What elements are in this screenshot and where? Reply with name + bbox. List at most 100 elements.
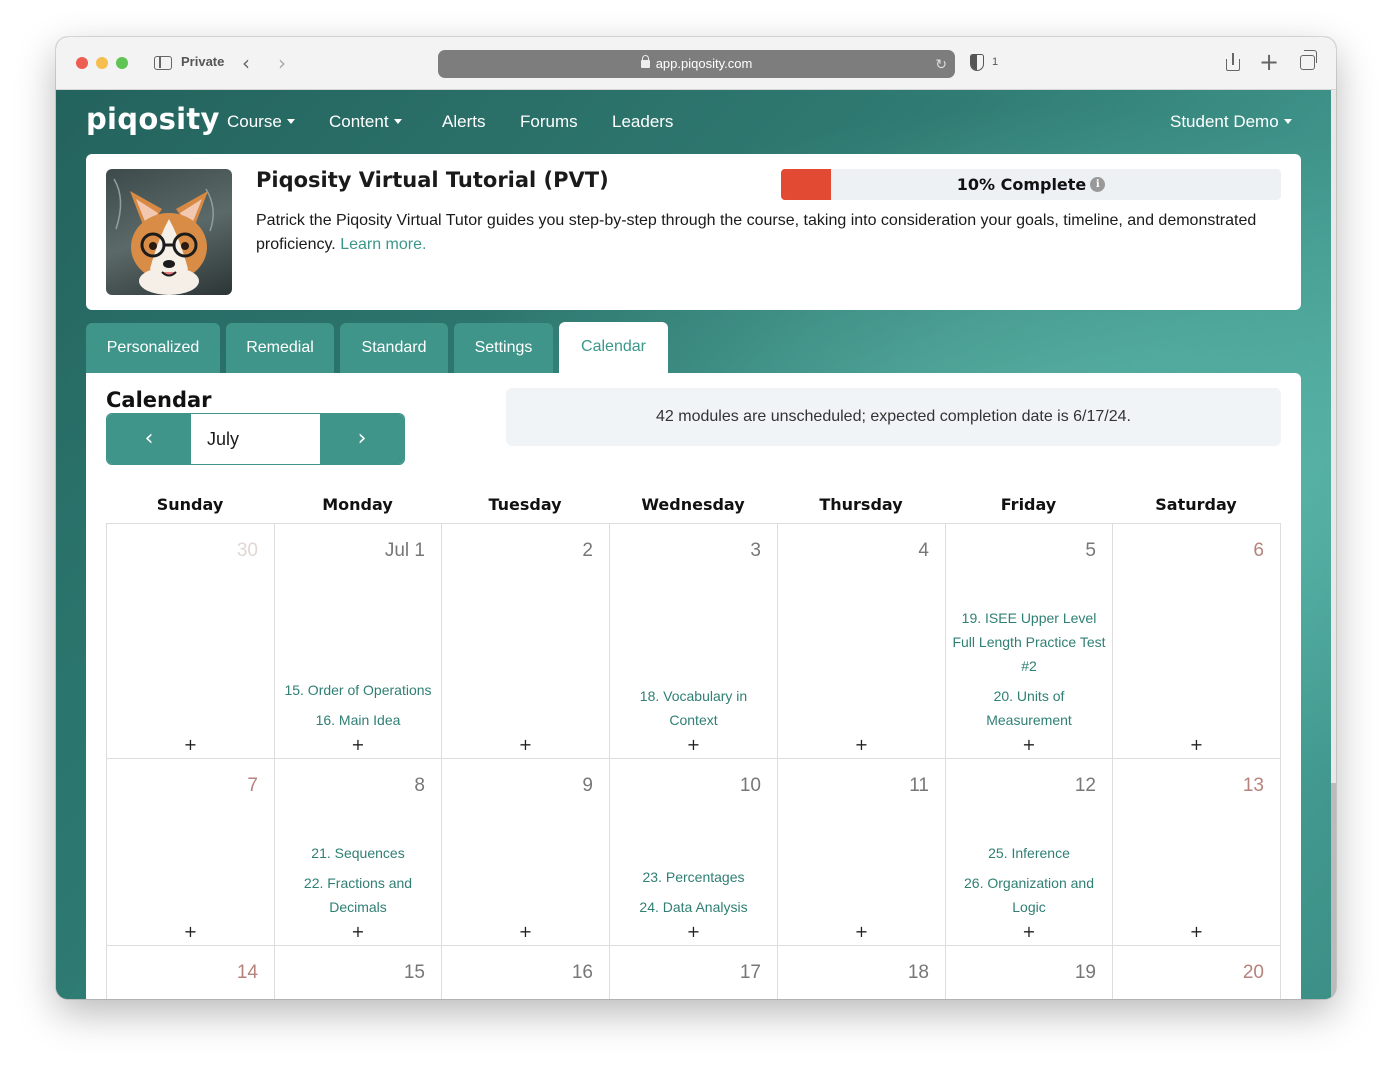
add-module-button[interactable]: +	[946, 922, 1112, 941]
add-module-button[interactable]: +	[442, 922, 609, 941]
calendar-day-cell[interactable]: 6 +	[1113, 524, 1281, 759]
scheduled-module-link[interactable]: 19. ISEE Upper Level Full Length Practic…	[950, 606, 1108, 678]
add-module-button[interactable]: +	[275, 922, 441, 941]
calendar-day-cell[interactable]: 5 19. ISEE Upper Level Full Length Practi…	[946, 524, 1113, 759]
forward-arrow-icon[interactable]: ›	[278, 51, 286, 75]
day-number: 12	[1074, 775, 1096, 796]
calendar-day-cell[interactable]: 9 +	[442, 759, 610, 946]
weekday-header: Thursday	[819, 495, 903, 514]
day-events: 15. Order of Operations 16. Main Idea	[279, 672, 437, 732]
calendar-day-cell[interactable]: 16	[442, 946, 610, 999]
day-number: 13	[1242, 775, 1264, 796]
nav-forums[interactable]: Forums	[520, 112, 578, 132]
calendar-day-cell[interactable]: 11 +	[778, 759, 946, 946]
calendar-day-cell[interactable]: 30 +	[107, 524, 275, 759]
add-module-button[interactable]: +	[1113, 735, 1280, 754]
day-number: 8	[414, 775, 425, 796]
add-module-button[interactable]: +	[778, 735, 945, 754]
day-events: 19. ISEE Upper Level Full Length Practic…	[950, 600, 1108, 732]
minimize-window-button[interactable]	[96, 57, 108, 69]
scheduled-module-link[interactable]: 23. Percentages	[614, 865, 773, 889]
scheduled-module-link[interactable]: 15. Order of Operations	[279, 678, 437, 702]
scheduled-module-link[interactable]: 20. Units of Measurement	[950, 684, 1108, 732]
calendar-day-cell[interactable]: 20	[1113, 946, 1281, 999]
calendar-heading: Calendar	[106, 388, 212, 412]
close-window-button[interactable]	[76, 57, 88, 69]
calendar-day-cell[interactable]: 18	[778, 946, 946, 999]
weekday-header: Saturday	[1155, 495, 1237, 514]
day-events: 21. Sequences 22. Fractions and Decimals	[279, 835, 437, 919]
add-module-button[interactable]: +	[107, 922, 274, 941]
nav-course[interactable]: Course	[227, 112, 295, 132]
scheduled-module-link[interactable]: 21. Sequences	[279, 841, 437, 865]
nav-alerts[interactable]: Alerts	[442, 112, 485, 132]
tab-remedial[interactable]: Remedial	[226, 323, 334, 373]
tab-calendar[interactable]: Calendar	[559, 322, 668, 374]
web-page: piqosity Course Content Alerts Forums Le…	[56, 90, 1336, 999]
calendar-day-cell[interactable]: 3 18. Vocabulary in Context +	[610, 524, 778, 759]
calendar-day-cell[interactable]: 12 25. Inference 26. Organization and Logi…	[946, 759, 1113, 946]
calendar-day-cell[interactable]: 13 +	[1113, 759, 1281, 946]
learn-more-link[interactable]: Learn more.	[340, 236, 426, 253]
scheduled-module-link[interactable]: 16. Main Idea	[279, 708, 437, 732]
scheduled-module-link[interactable]: 18. Vocabulary in Context	[614, 684, 773, 732]
add-module-button[interactable]: +	[107, 735, 274, 754]
scrollbar-thumb[interactable]	[1331, 783, 1336, 999]
address-bar[interactable]: app.piqosity.com ↻	[438, 50, 955, 78]
add-module-button[interactable]: +	[610, 922, 777, 941]
day-number: 14	[236, 962, 258, 983]
tab-standard[interactable]: Standard	[340, 323, 448, 373]
reload-icon[interactable]: ↻	[935, 50, 947, 78]
day-number: 6	[1253, 540, 1264, 561]
calendar-day-cell[interactable]: 15	[275, 946, 442, 999]
new-tab-icon[interactable]: +	[1259, 48, 1279, 76]
page-scrollbar[interactable]	[1331, 90, 1336, 999]
scheduled-module-link[interactable]: 26. Organization and Logic	[950, 871, 1108, 919]
back-arrow-icon[interactable]: ‹	[242, 51, 250, 75]
add-module-button[interactable]: +	[1113, 922, 1280, 941]
share-icon[interactable]	[1225, 53, 1241, 72]
tab-personalized[interactable]: Personalized	[86, 323, 220, 373]
day-number: 10	[739, 775, 761, 796]
calendar-day-cell[interactable]: 17	[610, 946, 778, 999]
user-menu[interactable]: Student Demo	[1170, 112, 1292, 132]
add-module-button[interactable]: +	[610, 735, 777, 754]
calendar-day-cell[interactable]: 4 +	[778, 524, 946, 759]
calendar-panel: Calendar ‹ July › 42 modules are unsched…	[86, 373, 1301, 999]
add-module-button[interactable]: +	[778, 922, 945, 941]
info-icon[interactable]: i	[1090, 177, 1106, 192]
scheduled-module-link[interactable]: 25. Inference	[950, 841, 1108, 865]
next-month-button[interactable]: ›	[320, 414, 404, 464]
calendar-day-cell[interactable]: 8 21. Sequences 22. Fractions and Decimals…	[275, 759, 442, 946]
day-number: 15	[403, 962, 425, 983]
nav-content[interactable]: Content	[329, 112, 402, 132]
calendar-day-cell[interactable]: 2 +	[442, 524, 610, 759]
add-module-button[interactable]: +	[946, 735, 1112, 754]
day-number: 9	[582, 775, 593, 796]
progress-label: 10% Complete i	[781, 169, 1281, 200]
calendar-day-cell[interactable]: 14	[107, 946, 275, 999]
privacy-shield-icon[interactable]	[970, 54, 984, 71]
calendar-day-cell[interactable]: 7 +	[107, 759, 275, 946]
calendar-day-cell[interactable]: 19	[946, 946, 1113, 999]
chevron-left-icon: ‹	[144, 426, 154, 451]
day-number: 7	[247, 775, 258, 796]
nav-leaders[interactable]: Leaders	[612, 112, 673, 132]
tracker-count: 1	[992, 56, 999, 68]
tab-overview-icon[interactable]	[1300, 50, 1317, 70]
calendar-day-cell[interactable]: 10 23. Percentages 24. Data Analysis +	[610, 759, 778, 946]
day-number: 2	[582, 540, 593, 561]
add-module-button[interactable]: +	[275, 735, 441, 754]
chevron-down-icon	[1283, 119, 1292, 125]
scheduled-module-link[interactable]: 22. Fractions and Decimals	[279, 871, 437, 919]
add-module-button[interactable]: +	[442, 735, 609, 754]
piqosity-logo[interactable]: piqosity	[86, 102, 220, 136]
sidebar-toggle-icon[interactable]	[154, 56, 172, 70]
scheduled-module-link[interactable]: 24. Data Analysis	[614, 895, 773, 919]
day-number: 19	[1074, 962, 1096, 983]
previous-month-button[interactable]: ‹	[107, 414, 191, 464]
weekday-header: Friday	[1000, 495, 1057, 514]
zoom-window-button[interactable]	[116, 57, 128, 69]
tab-settings[interactable]: Settings	[454, 323, 553, 373]
calendar-day-cell[interactable]: Jul 1 15. Order of Operations 16. Main Ide…	[275, 524, 442, 759]
